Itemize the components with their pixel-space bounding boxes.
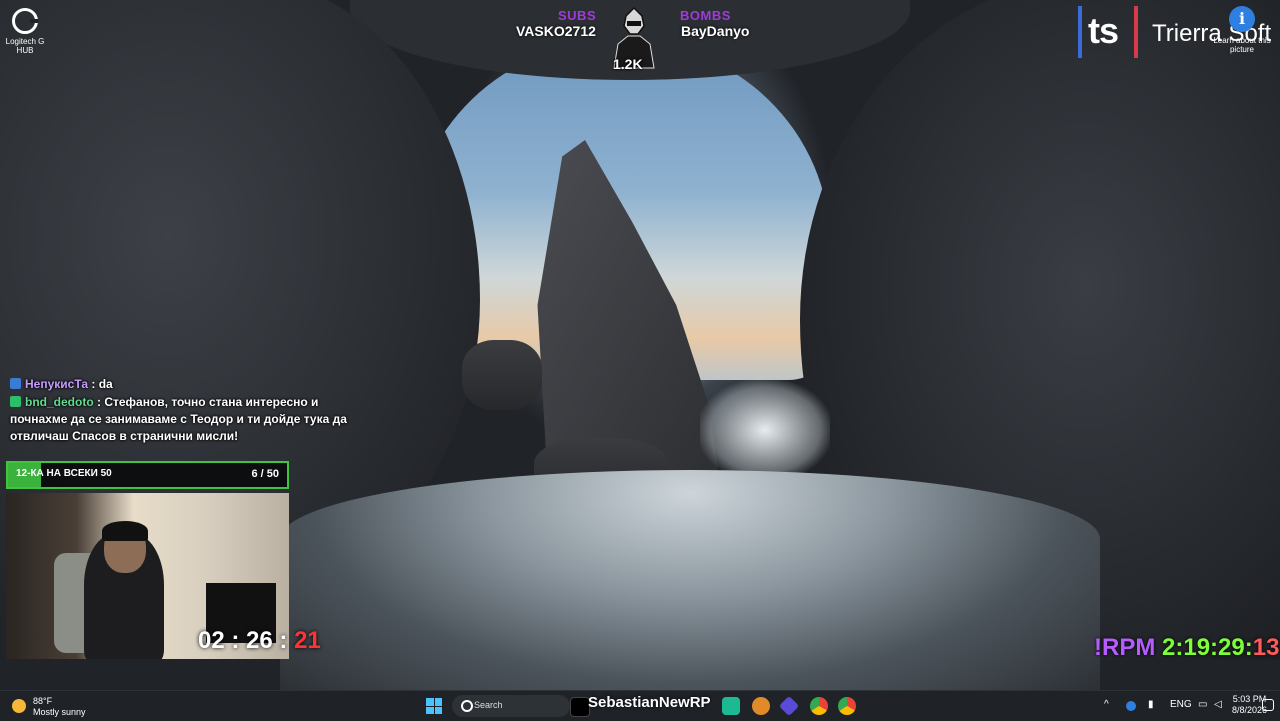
learn-about-picture[interactable]: i Learn about this picture xyxy=(1212,6,1272,54)
weather-condition: Mostly sunny xyxy=(33,707,86,717)
webcam-timer: 02 : 26 : 21 xyxy=(198,627,321,654)
bombs-name: BayDanyo xyxy=(681,23,750,39)
chat-username: НепукисТа xyxy=(25,377,89,391)
ts-logo-mark: ts xyxy=(1088,10,1119,51)
start-button[interactable] xyxy=(426,698,442,714)
goal-label: 12-КА НА ВСЕКИ 50 xyxy=(16,468,112,479)
notification-icon[interactable] xyxy=(1262,699,1274,711)
rpm-time: 2:19:29: xyxy=(1162,634,1253,661)
wallpaper-spray xyxy=(700,380,830,480)
webcam-cap xyxy=(102,521,148,541)
mascot-count: 1.2K xyxy=(613,56,643,72)
audio-app-icon[interactable] xyxy=(722,697,740,715)
chat-separator: : xyxy=(88,377,99,391)
timer-seconds: 21 xyxy=(294,627,321,654)
sub-goal-bar: 12-КА НА ВСЕКИ 50 6 / 50 xyxy=(6,461,289,489)
bombs-label: BOMBS xyxy=(680,8,731,23)
app-icon[interactable] xyxy=(752,697,770,715)
cloud-icon[interactable] xyxy=(1126,701,1136,711)
search-placeholder: Search xyxy=(474,700,503,710)
chat-message: bnd_dedoto : Стефанов, точно стана интер… xyxy=(10,394,350,445)
rpm-label: !RPM xyxy=(1094,634,1156,661)
timer-minutes: 26 xyxy=(246,627,273,654)
sun-icon xyxy=(12,699,26,713)
chat-text: da xyxy=(98,377,113,391)
info-icon: i xyxy=(1229,6,1255,32)
learn-about-label: Learn about this picture xyxy=(1213,36,1271,54)
stream-chat: НепукисТа : da bnd_dedoto : Стефанов, то… xyxy=(10,376,350,446)
weather-temp: 88°F xyxy=(33,696,53,706)
logitech-g-icon xyxy=(12,8,38,34)
rpm-timer: !RPM 2:19:29:13 xyxy=(1094,634,1279,662)
tiktok-icon[interactable] xyxy=(570,697,590,717)
microphone-icon[interactable]: ▮ xyxy=(1148,699,1154,710)
chrome-icon[interactable] xyxy=(810,697,828,715)
subs-label: SUBS xyxy=(558,8,597,23)
chat-username: bnd_dedoto xyxy=(25,395,94,409)
chrome-icon[interactable] xyxy=(838,697,856,715)
language-indicator[interactable]: ENG xyxy=(1170,699,1192,710)
volume-icon[interactable]: ◁ xyxy=(1214,699,1222,710)
wallpaper-sea xyxy=(280,470,1100,690)
user-badge-icon xyxy=(10,396,21,407)
chevron-up-icon[interactable]: ^ xyxy=(1104,699,1109,710)
tiktok-username: SebastianNewRP xyxy=(588,694,711,711)
user-badge-icon xyxy=(10,378,21,389)
chat-separator: : xyxy=(93,395,105,409)
timer-hours: 02 xyxy=(198,627,225,654)
taskbar-search[interactable]: Search xyxy=(452,695,570,717)
desktop-icon-ghub[interactable]: Logitech G HUB xyxy=(4,8,46,55)
subs-name: VASKO2712 xyxy=(516,23,596,39)
diamond-app-icon[interactable] xyxy=(778,695,800,717)
search-icon xyxy=(461,700,473,712)
rpm-seconds: 13 xyxy=(1252,634,1280,661)
taskbar: 88°F Mostly sunny Search SebastianNewRP … xyxy=(0,690,1280,721)
goal-count: 6 / 50 xyxy=(251,468,279,480)
chat-message: НепукисТа : da xyxy=(10,376,350,393)
desktop-icon-label: Logitech G HUB xyxy=(5,37,45,55)
stream-top-overlay: SUBS VASKO2712 1.2K BOMBS BayDanyo xyxy=(510,6,770,76)
network-icon[interactable]: ▭ xyxy=(1198,699,1207,710)
wallpaper-boulder xyxy=(462,340,542,410)
